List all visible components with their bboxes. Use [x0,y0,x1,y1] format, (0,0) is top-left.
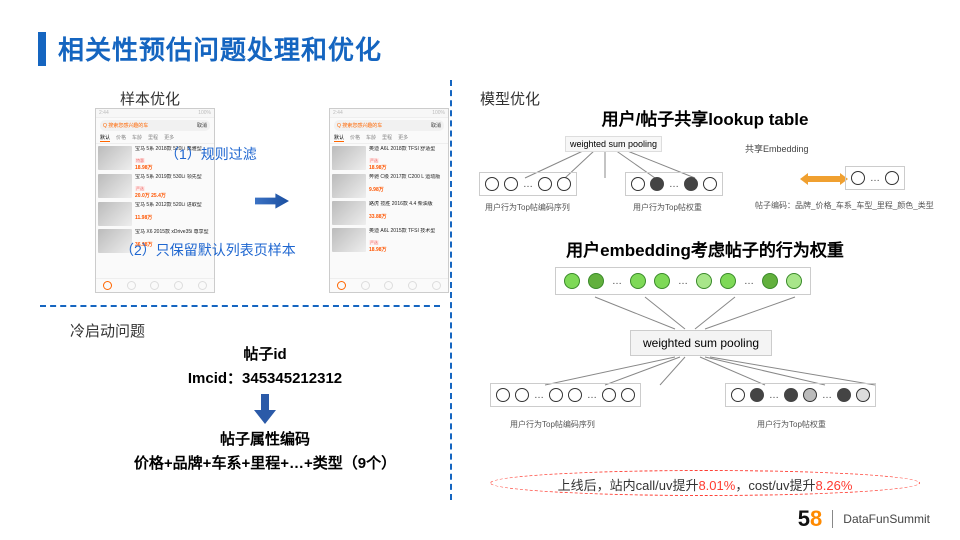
cap-seq: 用户行为Top帖编码序列 [485,202,570,213]
horizontal-divider [40,305,440,307]
annotation-keep-default: （2）只保留默认列表页样本 [120,240,296,260]
arrow-right-icon [255,189,289,213]
sample-phones: 2:44100% Q 搜索您感兴趣的车取消 默认价格车龄里程更多 宝马 5系 2… [95,108,449,293]
user-embedding-title: 用户embedding考虑帖子的行为权重 [475,236,935,261]
phone-left: 2:44100% Q 搜索您感兴趣的车取消 默认价格车龄里程更多 宝马 5系 2… [95,108,215,293]
cap-seq-2: 用户行为Top帖编码序列 [510,419,595,430]
node-group-weight-2: … … [725,383,876,407]
title-accent [38,32,46,66]
phone-right: 2:44100% Q 搜索您感兴趣的车取消 默认价格车龄里程更多 奥迪 A6L … [329,108,449,293]
imcid-value: Imcid：345345212312 [100,367,430,388]
footer-summit: DataFunSummit [843,512,930,526]
post-id-label: 帖子id [100,343,430,364]
double-arrow-icon [800,172,848,191]
pooling-box: weighted sum pooling [565,136,662,152]
cap-weight-2: 用户行为Top帖权重 [757,419,826,430]
model-opt-block: 用户/帖子共享lookup table weighted sum pooling… [475,105,935,442]
node-group-weight: … [625,172,723,196]
node-group-seq-2: … … [490,383,641,407]
cold-start-block: 帖子id Imcid：345345212312 帖子属性编码 价格+品牌+车系+… [100,340,430,476]
arrow-down-icon [254,394,276,422]
logo-58: 58 [798,506,823,532]
diagram-shared-lookup: weighted sum pooling 共享Embedding … … … 用… [475,136,935,236]
diagram-user-embedding: … … … weighted sum pooling … … … … 用户行为T… [475,267,935,442]
slide-title: 相关性预估问题处理和优化 [38,30,382,67]
post-attr-value: 价格+品牌+车系+里程+…+类型（9个） [100,452,430,473]
section-cold-start: 冷启动问题 [70,320,145,341]
share-embedding-label: 共享Embedding [745,142,809,155]
pooling-box-2: weighted sum pooling [630,330,772,356]
node-group-post: … [845,166,905,190]
vertical-divider [450,80,452,500]
section-sample-optimization: 样本优化 [120,88,180,109]
output-vector: … … … [555,267,811,295]
annotation-rule-filter: （1）规则过滤 [165,144,257,164]
cap-post-enc: 帖子编码：品牌_价格_车系_车型_里程_颜色_类型 [755,200,934,211]
lookup-table-title: 用户/帖子共享lookup table [475,105,935,130]
footer: 58 DataFunSummit [798,506,930,532]
cap-weight: 用户行为Top帖权重 [633,202,702,213]
result-metrics: 上线后，站内call/uv提升8.01%，cost/uv提升8.26% [475,475,935,494]
node-group-seq: … [479,172,577,196]
title-text: 相关性预估问题处理和优化 [58,30,382,67]
post-attr-label: 帖子属性编码 [100,428,430,449]
